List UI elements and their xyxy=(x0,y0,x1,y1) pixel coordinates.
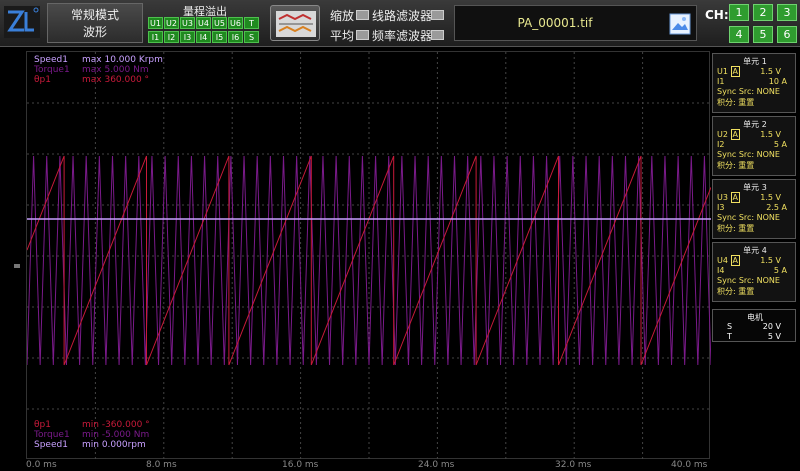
unit-voltage-range: 1.5 V xyxy=(760,130,781,139)
overflow-indicator-i1: I1 xyxy=(148,31,163,43)
overflow-indicator-i2: I2 xyxy=(164,31,179,43)
overflow-indicator-i6: I6 xyxy=(228,31,243,43)
motor-speed-range: 20 V xyxy=(762,322,781,331)
legend-angle-max: θp1 max 360.000 ° xyxy=(34,75,150,85)
unit-voltage-label: U4 A xyxy=(717,255,740,266)
zlg-logo xyxy=(2,2,42,42)
channel-button-2[interactable]: 2 xyxy=(753,4,773,21)
unit-current-label: I4 xyxy=(717,266,725,275)
unit-panel-2[interactable]: 单元 2 U2 A 1.5 V I2 5 A Sync Src: NONE 积分… xyxy=(712,116,796,176)
line-filter-checkbox[interactable] xyxy=(431,10,444,20)
legend-torque-max: Torque1 max 5.000 Nm xyxy=(34,65,149,75)
file-name-display[interactable]: PA_00001.tif xyxy=(454,5,697,41)
waveform-icon xyxy=(276,11,316,37)
unit-sync-source: Sync Src: NONE xyxy=(717,276,780,285)
legend-angle-min: θp1 min -360.000 ° xyxy=(34,420,150,430)
unit-voltage-label: U3 A xyxy=(717,192,740,203)
waveform-plot[interactable] xyxy=(26,51,711,460)
range-overflow-panel: 量程溢出 U1 U2 U3 U4 U5 U6 T I1 I2 I3 I4 I5 … xyxy=(146,2,264,44)
overflow-indicator-u2: U2 xyxy=(164,17,179,29)
x-tick-label: 8.0 ms xyxy=(146,460,177,470)
unit-current-range: 5 A xyxy=(773,266,787,275)
overflow-indicator-t: T xyxy=(244,17,259,29)
overflow-indicator-i3: I3 xyxy=(180,31,195,43)
unit-voltage-label: U1 A xyxy=(717,66,740,77)
top-toolbar: 常规模式 波形 量程溢出 U1 U2 U3 U4 U5 U6 T I1 I2 I… xyxy=(0,0,800,47)
unit-voltage-range: 1.5 V xyxy=(760,193,781,202)
auto-range-icon: A xyxy=(730,192,740,203)
unit-panel-3[interactable]: 单元 3 U3 A 1.5 V I3 2.5 A Sync Src: NONE … xyxy=(712,179,796,239)
mode-button[interactable]: 常规模式 波形 xyxy=(47,3,143,43)
overflow-indicator-i4: I4 xyxy=(196,31,211,43)
waveform-canvas xyxy=(27,52,711,460)
unit-title: 单元 1 xyxy=(743,57,767,66)
unit-integration: 积分: 重置 xyxy=(717,287,755,296)
overflow-indicator-s: S xyxy=(244,31,259,43)
unit-current-label: I2 xyxy=(717,140,725,149)
file-name: PA_00001.tif xyxy=(517,16,593,30)
channel-button-1[interactable]: 1 xyxy=(729,4,749,21)
overflow-indicator-u1: U1 xyxy=(148,17,163,29)
unit-title: 单元 3 xyxy=(743,183,767,192)
display-label: 波形 xyxy=(82,25,107,39)
unit-sync-source: Sync Src: NONE xyxy=(717,213,780,222)
unit-current-range: 10 A xyxy=(768,77,787,86)
motor-panel[interactable]: 电机 S 20 V T 5 V xyxy=(712,309,796,342)
motor-speed-label: S xyxy=(727,322,733,331)
unit-title: 单元 2 xyxy=(743,120,767,129)
unit-panel-4[interactable]: 单元 4 U4 A 1.5 V I4 5 A Sync Src: NONE 积分… xyxy=(712,242,796,302)
legend-speed-max: Speed1 max 10.000 Krpm xyxy=(34,55,163,65)
zoom-checkbox[interactable] xyxy=(356,10,369,20)
waveform-layout-button[interactable] xyxy=(270,5,320,41)
auto-range-icon: A xyxy=(730,129,740,140)
unit-voltage-range: 1.5 V xyxy=(760,256,781,265)
channel-button-5[interactable]: 5 xyxy=(753,26,773,43)
x-tick-label: 16.0 ms xyxy=(282,460,319,470)
unit-current-label: I1 xyxy=(717,77,725,86)
legend-torque-min: Torque1 min -5.000 Nm xyxy=(34,430,150,440)
x-tick-label: 40.0 ms xyxy=(671,460,708,470)
unit-integration: 积分: 重置 xyxy=(717,161,755,170)
overflow-indicator-u5: U5 xyxy=(212,17,227,29)
overflow-indicator-u3: U3 xyxy=(180,17,195,29)
unit-integration: 积分: 重置 xyxy=(717,224,755,233)
overflow-indicator-u6: U6 xyxy=(228,17,243,29)
zero-level-marker xyxy=(14,264,20,268)
zoom-label: 缩放 xyxy=(330,9,355,23)
unit-sync-source: Sync Src: NONE xyxy=(717,87,780,96)
legend-bottom: θp1 min -360.000 ° Torque1 min -5.000 Nm S… xyxy=(34,420,150,450)
unit-integration: 积分: 重置 xyxy=(717,98,755,107)
x-tick-label: 0.0 ms xyxy=(26,460,57,470)
unit-current-range: 2.5 A xyxy=(766,203,787,212)
unit-panel-1[interactable]: 单元 1 U1 A 1.5 V I1 10 A Sync Src: NONE 积… xyxy=(712,53,796,113)
unit-voltage-range: 1.5 V xyxy=(760,67,781,76)
channel-button-4[interactable]: 4 xyxy=(729,26,749,43)
unit-current-label: I3 xyxy=(717,203,725,212)
image-file-icon[interactable] xyxy=(669,13,691,35)
unit-title: 单元 4 xyxy=(743,246,767,255)
freq-filter-checkbox[interactable] xyxy=(431,30,444,40)
average-checkbox[interactable] xyxy=(356,30,369,40)
auto-range-icon: A xyxy=(730,255,740,266)
freq-filter-label: 频率滤波器 xyxy=(372,29,433,43)
motor-torque-range: 5 V xyxy=(767,332,781,341)
unit-voltage-label: U2 A xyxy=(717,129,740,140)
unit-current-range: 5 A xyxy=(773,140,787,149)
x-tick-label: 24.0 ms xyxy=(418,460,455,470)
channel-label: CH: xyxy=(705,8,729,22)
x-tick-label: 32.0 ms xyxy=(555,460,592,470)
channel-button-3[interactable]: 3 xyxy=(777,4,797,21)
auto-range-icon: A xyxy=(730,66,740,77)
unit-sync-source: Sync Src: NONE xyxy=(717,150,780,159)
overflow-indicator-u4: U4 xyxy=(196,17,211,29)
overflow-indicator-i5: I5 xyxy=(212,31,227,43)
legend-speed-min: Speed1 min 0.000rpm xyxy=(34,440,146,450)
average-label: 平均 xyxy=(330,29,355,43)
motor-torque-label: T xyxy=(727,332,732,341)
line-filter-label: 线路滤波器 xyxy=(372,9,433,23)
legend-top: Speed1 max 10.000 Krpm Torque1 max 5.000 N… xyxy=(34,55,163,85)
channel-button-6[interactable]: 6 xyxy=(777,26,797,43)
mode-label: 常规模式 xyxy=(70,8,119,22)
